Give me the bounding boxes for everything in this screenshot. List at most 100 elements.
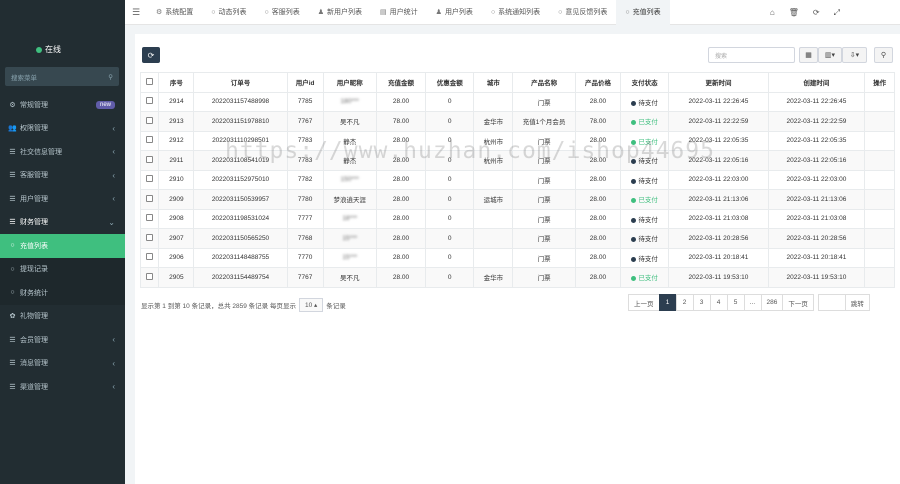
page-size-select[interactable]: 10 ▴: [298, 298, 324, 312]
row-checkbox[interactable]: [139, 228, 160, 249]
column-header[interactable]: 支付状态: [619, 72, 670, 93]
sidebar-item-11[interactable]: ☰ 消息管理 ‹: [0, 352, 125, 376]
chevron-icon: ‹: [112, 358, 115, 368]
row-checkbox[interactable]: [139, 208, 160, 229]
page-button[interactable]: 3: [692, 294, 711, 311]
search-toggle-button[interactable]: ⚲: [874, 47, 893, 63]
row-checkbox[interactable]: [139, 247, 160, 268]
sidebar-item-1[interactable]: 👥 权限管理 ‹: [0, 117, 125, 141]
page-button[interactable]: 286: [760, 294, 784, 311]
column-header[interactable]: 订单号: [193, 72, 288, 93]
select-all-checkbox[interactable]: [139, 72, 160, 93]
sidebar-item-label: 会员管理: [20, 336, 48, 344]
tab-2[interactable]: ○ 客服列表: [256, 0, 309, 25]
tab-label: 用户列表: [444, 9, 473, 16]
column-header[interactable]: 城市: [473, 72, 514, 93]
cell-text: 2022-03-11 21:03:08: [688, 215, 749, 223]
column-header[interactable]: 序号: [158, 72, 195, 93]
table-cell: 2022031154489754: [193, 267, 288, 288]
sidebar-item-12[interactable]: ☰ 渠道管理 ‹: [0, 375, 125, 399]
columns-button[interactable]: ▥▾: [818, 47, 842, 63]
prev-page-button[interactable]: 上一页: [628, 294, 660, 311]
tab-6[interactable]: ○ 系统通知列表: [482, 0, 549, 25]
column-header[interactable]: 优惠金额: [425, 72, 475, 93]
column-header[interactable]: 创建时间: [767, 72, 866, 93]
row-checkbox[interactable]: [139, 130, 160, 151]
row-checkbox[interactable]: [139, 189, 160, 210]
export-button[interactable]: ⇩▾: [842, 47, 867, 63]
tab-icon: ♟: [317, 9, 325, 16]
tab-8[interactable]: ○ 充值列表: [616, 0, 670, 25]
trash-icon[interactable]: 🗑: [789, 8, 799, 17]
payment-status: 待支付: [631, 256, 658, 263]
table-cell: 28.00: [375, 130, 427, 151]
tab-icon: ○: [211, 8, 216, 16]
sidebar-item-6[interactable]: ○ 充值列表: [0, 234, 125, 258]
sidebar-item-3[interactable]: ☰ 客服管理 ‹: [0, 164, 125, 188]
sidebar-item-5[interactable]: ☰ 财务管理 ⌄: [0, 211, 125, 235]
table-cell: 28.00: [375, 91, 427, 112]
page-button[interactable]: 2: [675, 294, 694, 311]
refresh-icon[interactable]: ⟳: [813, 8, 820, 17]
row-checkbox[interactable]: [139, 267, 160, 288]
page-button[interactable]: 5: [726, 294, 745, 311]
home-icon[interactable]: ⌂: [770, 8, 775, 17]
column-header[interactable]: 充值金额: [375, 72, 427, 93]
toggle-view-button[interactable]: ▦: [799, 47, 818, 63]
table-cell: 0: [425, 169, 475, 190]
table-search-input[interactable]: 搜索: [708, 47, 795, 63]
jump-page-input[interactable]: [817, 294, 846, 311]
sidebar-item-10[interactable]: ☰ 会员管理 ‹: [0, 328, 125, 352]
refresh-button[interactable]: ⟳: [142, 47, 160, 63]
cell-text: 28.00: [392, 195, 410, 203]
table-row: 2907 2022031150565250 7768 15*** 28.00 0 门票 28.…: [139, 228, 895, 249]
table-row: 2914 2022031157488998 7785 180*** 28.00 0 门票 28…: [139, 91, 895, 112]
row-checkbox[interactable]: [139, 91, 160, 112]
row-checkbox[interactable]: [139, 150, 160, 171]
table-cell: 2022-03-11 22:05:16: [767, 150, 866, 171]
menu-toggle-icon[interactable]: ☰: [125, 7, 147, 18]
sidebar-item-8[interactable]: ○ 财务统计: [0, 281, 125, 305]
sidebar-item-4[interactable]: ☰ 用户管理 ‹: [0, 187, 125, 211]
tab-0[interactable]: ⚙ 系统配置: [147, 0, 202, 25]
row-checkbox[interactable]: [139, 111, 160, 132]
next-page-button[interactable]: 下一页: [782, 294, 814, 311]
page-button[interactable]: ...: [743, 294, 762, 311]
row-checkbox[interactable]: [139, 169, 160, 190]
sidebar-item-7[interactable]: ○ 提现记录: [0, 257, 125, 281]
cell-text: 2905: [169, 273, 184, 281]
fullscreen-icon[interactable]: ⤢: [834, 8, 840, 18]
table-cell: 待支付: [619, 169, 670, 190]
jump-button[interactable]: 跳转: [844, 294, 870, 311]
tab-7[interactable]: ○ 意见反馈列表: [549, 0, 616, 25]
sidebar-item-9[interactable]: ✿ 礼物管理: [0, 305, 125, 329]
sidebar-item-label: 用户管理: [20, 195, 48, 203]
tab-3[interactable]: ♟ 新用户列表: [309, 0, 371, 25]
top-nav: ☰ ⚙ 系统配置 ○ 动态列表 ○ 客服列表 ♟ 新用户列表 ▤ 用户统计 ♟ 用户列表 ○ 系统通知列表…: [125, 0, 900, 25]
table-cell: 2022-03-11 22:22:59: [767, 111, 866, 132]
column-header[interactable]: 用户id: [286, 72, 324, 93]
column-header[interactable]: 产品价格: [574, 72, 622, 93]
cell-text: 2022-03-11 22:05:16: [786, 156, 847, 164]
cell-text: 2022-03-11 22:26:45: [688, 98, 749, 106]
cell-text: 7767: [297, 117, 313, 125]
tab-4[interactable]: ▤ 用户统计: [371, 0, 427, 25]
list-icon: ☰: [9, 336, 16, 344]
sidebar-item-0[interactable]: ⚙ 常规管理 new: [0, 93, 125, 117]
column-header[interactable]: 产品名称: [512, 72, 576, 93]
tab-1[interactable]: ○ 动态列表: [202, 0, 255, 25]
column-header[interactable]: 操作: [864, 72, 895, 93]
column-header[interactable]: 更新时间: [668, 72, 769, 93]
page-button[interactable]: 1: [658, 294, 677, 311]
cell-text: 0: [447, 156, 452, 164]
tab-5[interactable]: ♟ 用户列表: [427, 0, 482, 25]
sidebar-item-label: 客服管理: [20, 172, 48, 180]
table-cell: 28.00: [574, 228, 622, 249]
column-header[interactable]: 用户昵称: [322, 72, 377, 93]
sidebar-item-2[interactable]: ☰ 社交信息管理 ‹: [0, 140, 125, 164]
menu-search-input[interactable]: 搜索菜单 ⚲: [5, 67, 119, 86]
recharge-table: 序号 订单号 用户id 用户昵称 充值金额 优惠金额 城市 产品名称 产品价格 支付状态 更新时间创…: [139, 72, 895, 288]
payment-status: 待支付: [631, 236, 658, 243]
page-button[interactable]: 4: [709, 294, 728, 311]
cell-text: 28.00: [392, 156, 410, 164]
